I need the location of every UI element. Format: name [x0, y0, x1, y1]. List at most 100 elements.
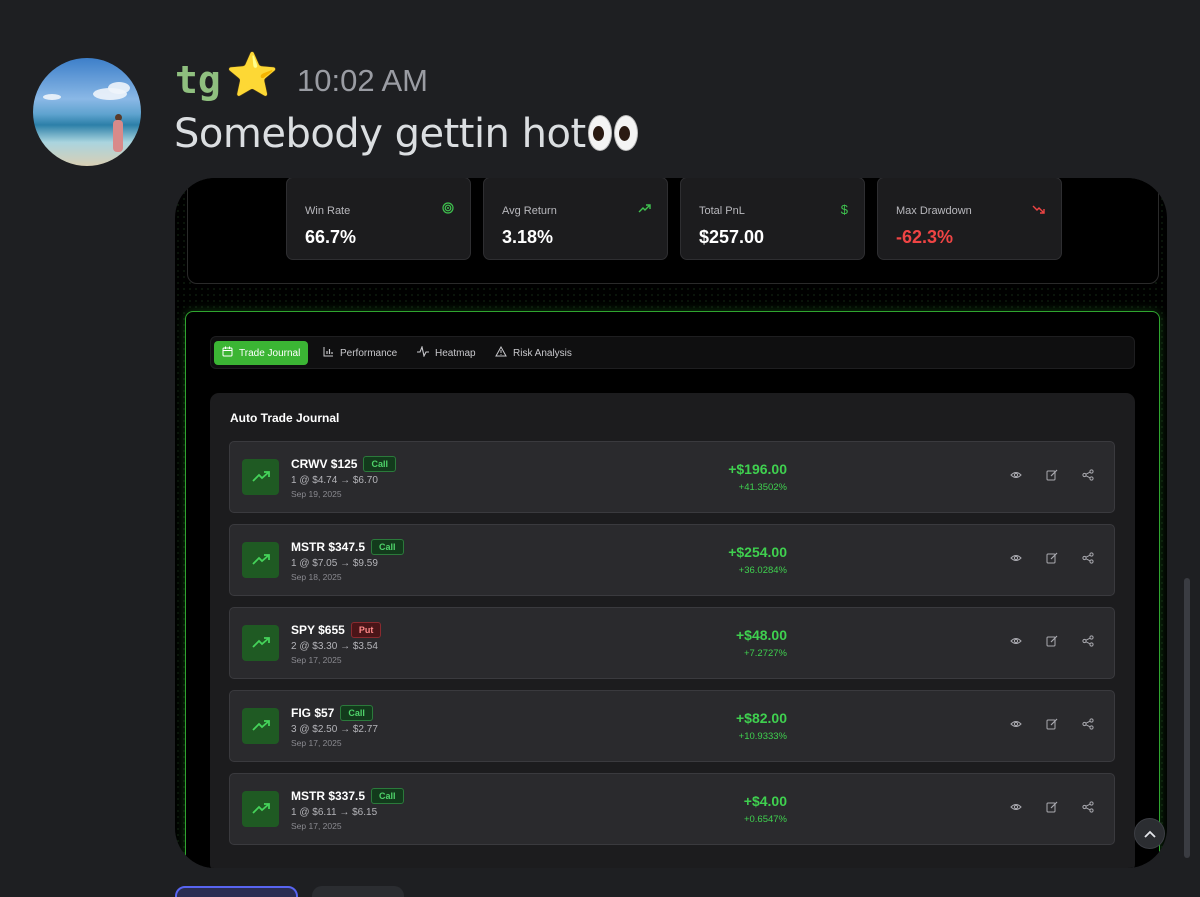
- trade-symbol: MSTR $347.5 Call: [291, 539, 404, 555]
- activity-icon: [417, 345, 429, 360]
- eye-icon[interactable]: [1010, 635, 1022, 647]
- eye-icon[interactable]: [1010, 801, 1022, 813]
- edit-icon[interactable]: [1046, 718, 1058, 730]
- stat-value: 66.7%: [305, 227, 357, 247]
- trade-actions: [1010, 469, 1094, 481]
- calendar-icon: [222, 346, 233, 360]
- trending-up-icon: [242, 625, 279, 661]
- star-emoji-icon: ⭐: [226, 51, 279, 98]
- tab-label: Trade Journal: [239, 347, 301, 359]
- tab-heatmap[interactable]: Heatmap: [409, 341, 484, 365]
- share-icon[interactable]: [1082, 469, 1094, 481]
- trade-journal-card: Auto Trade Journal CRWV $125 Call 1 @ $4.…: [210, 393, 1135, 868]
- trending-up-icon: [242, 708, 279, 744]
- trade-row[interactable]: FIG $57 Call 3 @ $2.50 → $2.77 Sep 17, 20…: [229, 690, 1115, 762]
- tab-label: Risk Analysis: [513, 347, 572, 359]
- trade-fill: 1 @ $6.11 → $6.15: [291, 807, 378, 818]
- trade-fill: 1 @ $4.74 → $6.70: [291, 475, 378, 486]
- stat-card-avg-return: Avg Return 3.18%: [483, 178, 668, 260]
- option-type-badge: Call: [363, 456, 396, 472]
- trending-up-icon: [242, 459, 279, 495]
- trade-symbol: FIG $57 Call: [291, 705, 373, 721]
- trade-pct: +7.2727%: [743, 648, 787, 659]
- trending-up-icon: [242, 542, 279, 578]
- message-text-content: Somebody gettin hot: [174, 111, 586, 157]
- tab-performance[interactable]: Performance: [315, 341, 405, 365]
- tab-trade-journal[interactable]: Trade Journal: [214, 341, 309, 365]
- tab-risk-analysis[interactable]: Risk Analysis: [487, 341, 580, 365]
- trade-symbol: MSTR $337.5 Call: [291, 788, 404, 804]
- trade-row[interactable]: SPY $655 Put 2 @ $3.30 → $3.54 Sep 17, 20…: [229, 607, 1115, 679]
- scroll-to-top-button[interactable]: [1134, 818, 1165, 849]
- stat-value: $257.00: [699, 227, 765, 247]
- trade-actions: [1010, 635, 1094, 647]
- journal-title: Auto Trade Journal: [230, 411, 340, 425]
- username[interactable]: tg: [175, 58, 221, 102]
- trade-row[interactable]: CRWV $125 Call 1 @ $4.74 → $6.70 Sep 19, …: [229, 441, 1115, 513]
- stat-card-max-drawdown: Max Drawdown -62.3%: [877, 178, 1062, 260]
- trade-row[interactable]: MSTR $347.5 Call 1 @ $7.05 → $9.59 Sep 18…: [229, 524, 1115, 596]
- stats-panel: Win Rate 66.7% Avg Return 3.18% Total Pn…: [187, 178, 1159, 284]
- bar-chart-icon: [323, 346, 334, 360]
- stat-label: Max Drawdown: [896, 205, 972, 217]
- message-timestamp[interactable]: 10:02 AM: [297, 63, 428, 99]
- person-figure: [113, 120, 123, 152]
- trade-actions: [1010, 718, 1094, 730]
- stat-label: Win Rate: [305, 205, 351, 217]
- trending-up-icon: [638, 202, 651, 217]
- option-type-badge: Call: [371, 539, 404, 555]
- trade-pct: +36.0284%: [738, 565, 787, 576]
- dollar-icon: $: [840, 202, 848, 217]
- trade-date: Sep 18, 2025: [291, 572, 342, 582]
- trade-pnl: +$48.00: [736, 627, 787, 643]
- stat-card-total-pnl: Total PnL $257.00 $: [680, 178, 865, 260]
- trade-fill: 3 @ $2.50 → $2.77: [291, 724, 378, 735]
- trade-pnl: +$196.00: [728, 461, 787, 477]
- edit-icon[interactable]: [1046, 801, 1058, 813]
- trade-fill: 1 @ $7.05 → $9.59: [291, 558, 378, 569]
- tab-bar: Trade Journal Performance Heatmap Risk A…: [210, 336, 1135, 369]
- trending-down-icon: [1032, 202, 1045, 217]
- edit-icon[interactable]: [1046, 552, 1058, 564]
- eye-icon[interactable]: [1010, 718, 1022, 730]
- trade-pct: +10.9333%: [738, 731, 787, 742]
- share-icon[interactable]: [1082, 635, 1094, 647]
- chevron-up-icon: [1143, 830, 1156, 838]
- stat-label: Avg Return: [502, 205, 557, 217]
- edit-icon[interactable]: [1046, 635, 1058, 647]
- edit-icon[interactable]: [1046, 469, 1058, 481]
- stat-value: 3.18%: [502, 227, 554, 247]
- eye-icon[interactable]: [1010, 469, 1022, 481]
- trade-pnl: +$82.00: [736, 710, 787, 726]
- stat-value: -62.3%: [896, 227, 954, 247]
- target-icon: [442, 202, 454, 217]
- trending-up-icon: [242, 791, 279, 827]
- trade-date: Sep 17, 2025: [291, 738, 342, 748]
- tab-label: Heatmap: [435, 347, 476, 359]
- eye-icon[interactable]: [1010, 552, 1022, 564]
- trade-actions: [1010, 801, 1094, 813]
- trade-row[interactable]: MSTR $337.5 Call 1 @ $6.11 → $6.15 Sep 17…: [229, 773, 1115, 845]
- trade-pnl: +$254.00: [728, 544, 787, 560]
- share-icon[interactable]: [1082, 718, 1094, 730]
- option-type-badge: Call: [340, 705, 373, 721]
- trade-symbol: SPY $655 Put: [291, 622, 382, 638]
- trade-symbol: CRWV $125 Call: [291, 456, 396, 472]
- stat-card-win-rate: Win Rate 66.7%: [286, 178, 471, 260]
- screenshot-attachment[interactable]: Win Rate 66.7% Avg Return 3.18% Total Pn…: [175, 178, 1167, 868]
- trade-pct: +0.6547%: [743, 814, 787, 825]
- discord-message-view: tg ⭐ 10:02 AM Somebody gettin hot Win Ra…: [0, 0, 1200, 897]
- message-text: Somebody gettin hot: [174, 111, 640, 161]
- share-icon[interactable]: [1082, 552, 1094, 564]
- trade-actions: [1010, 552, 1094, 564]
- trade-date: Sep 19, 2025: [291, 489, 342, 499]
- user-avatar[interactable]: [33, 58, 141, 166]
- trade-pct: +41.3502%: [738, 482, 787, 493]
- reaction-button[interactable]: [312, 886, 404, 897]
- scrollbar[interactable]: [1184, 578, 1190, 858]
- eyes-emoji-icon: [587, 115, 640, 161]
- trade-date: Sep 17, 2025: [291, 821, 342, 831]
- reaction-button[interactable]: [175, 886, 298, 897]
- stat-label: Total PnL: [699, 205, 745, 217]
- share-icon[interactable]: [1082, 801, 1094, 813]
